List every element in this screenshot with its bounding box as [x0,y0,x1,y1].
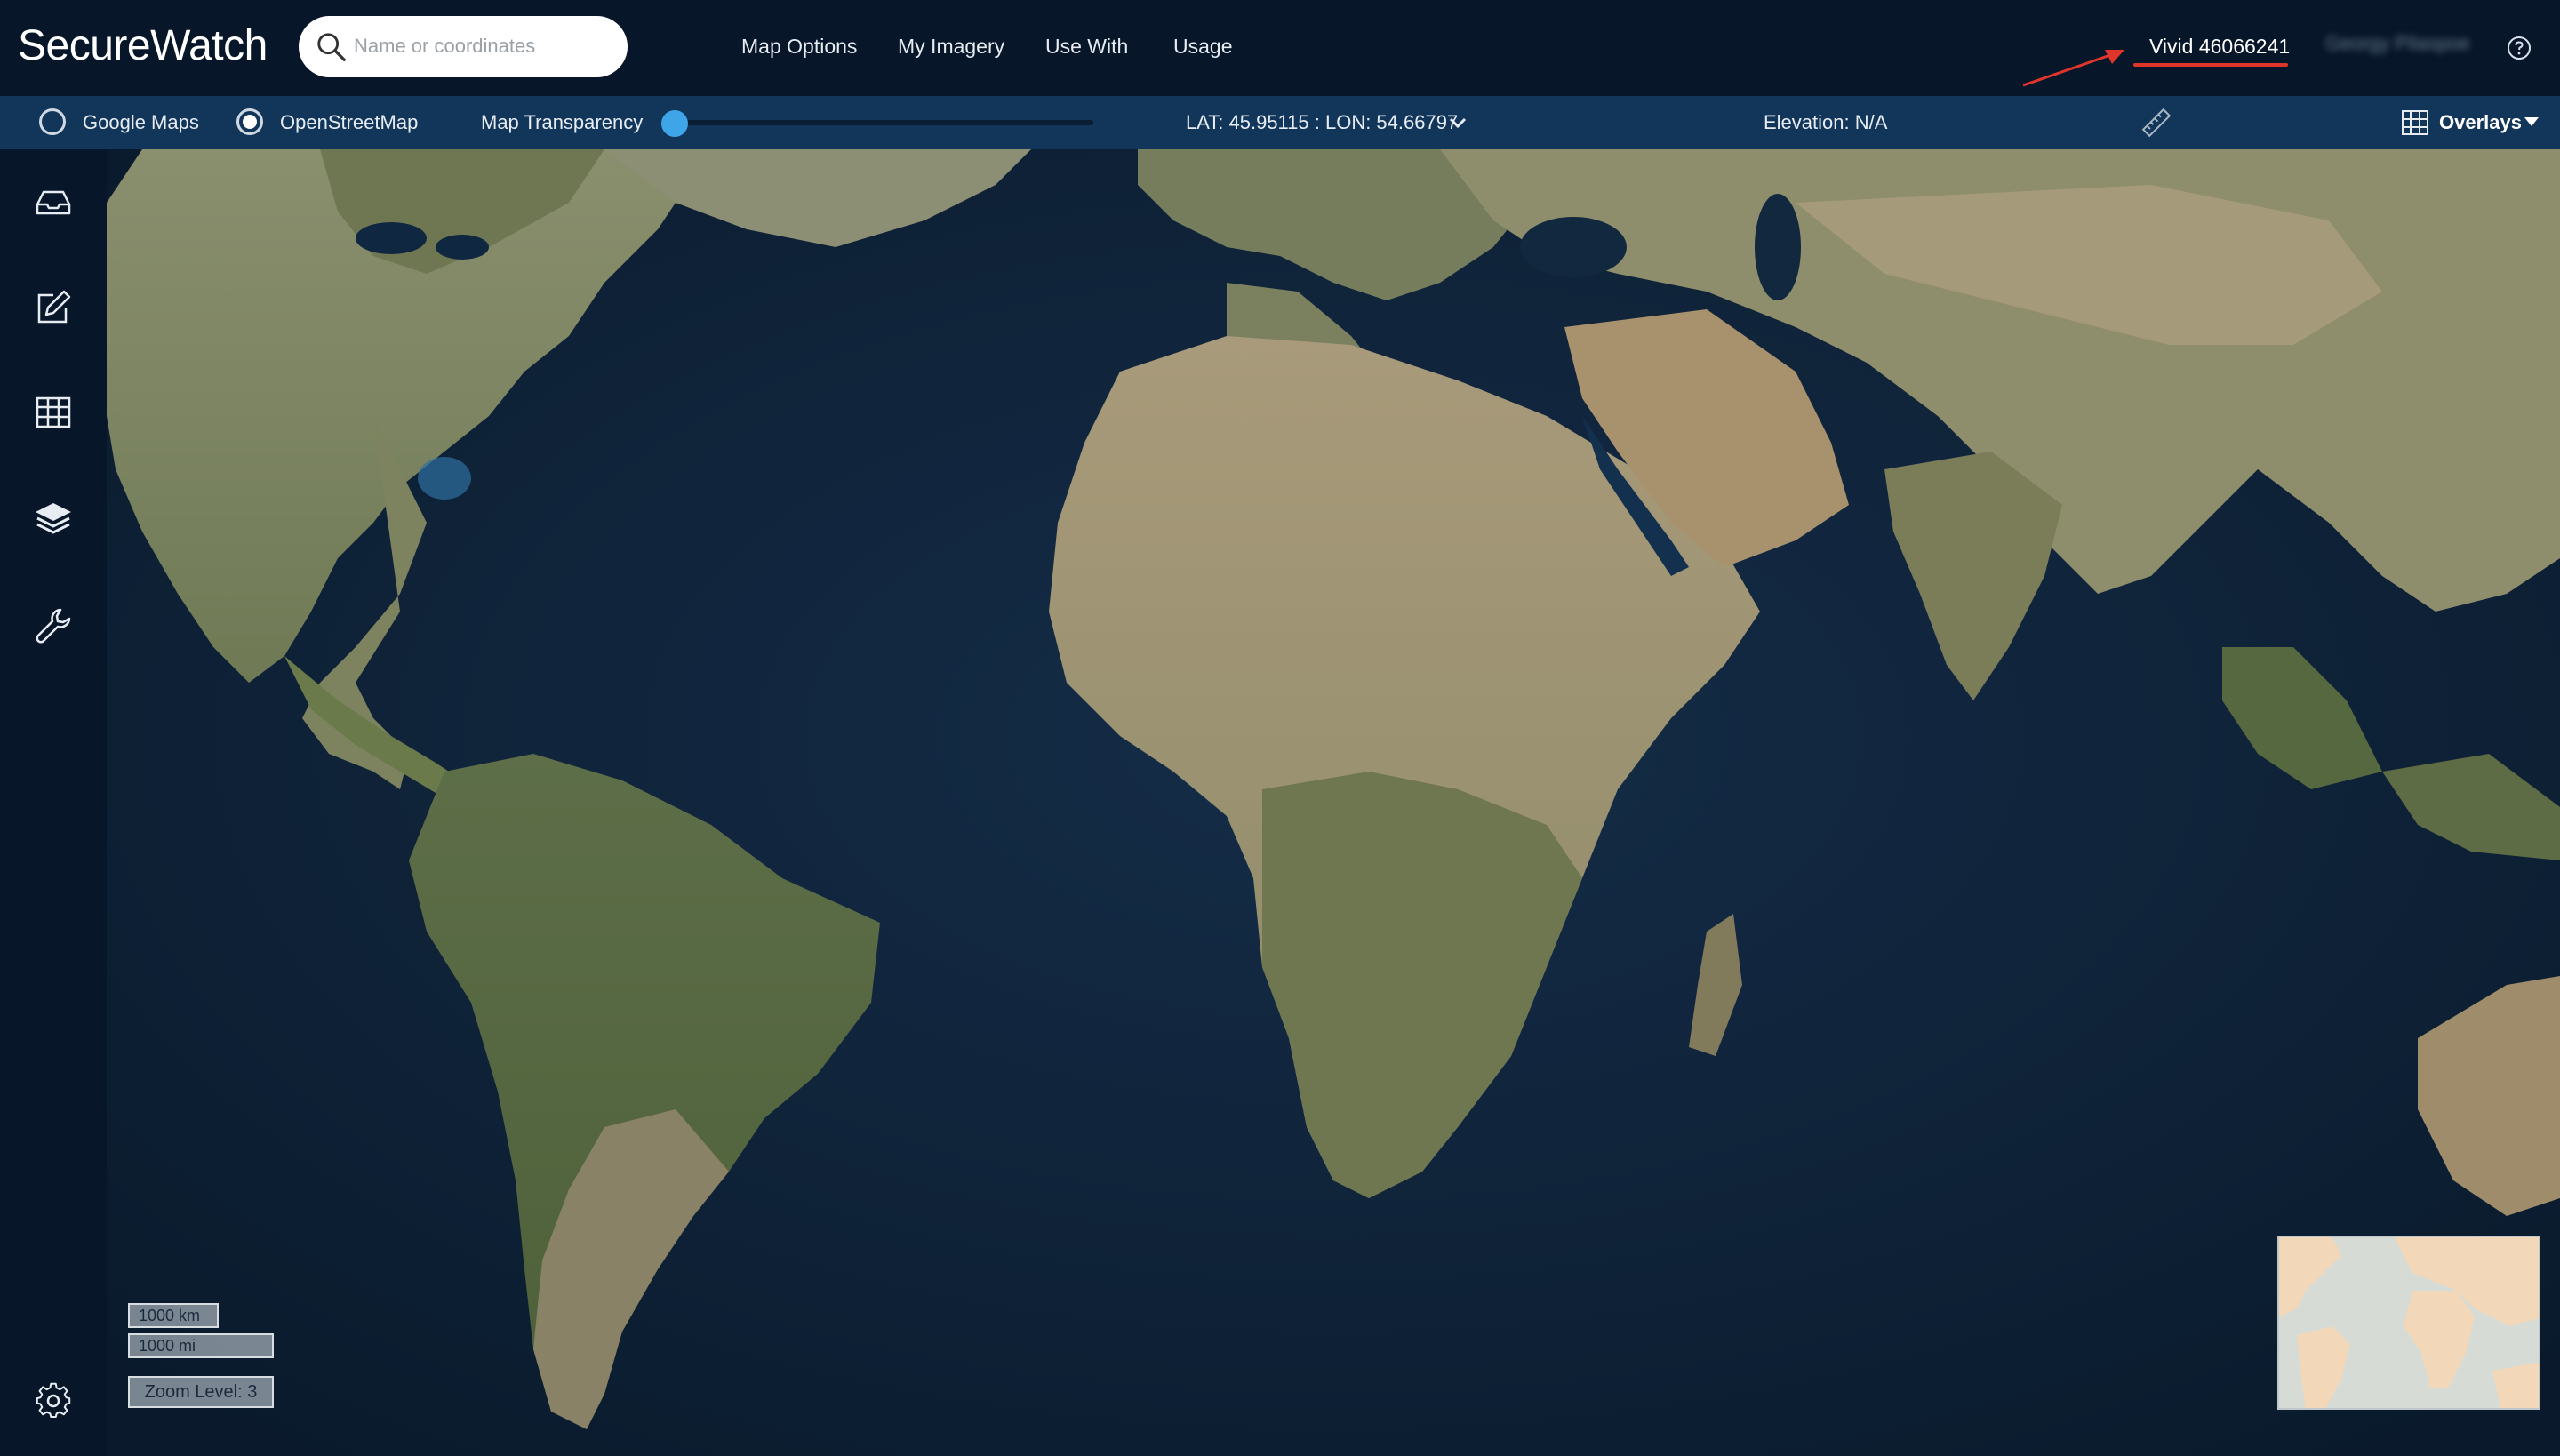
brand-logo[interactable]: SecureWatch [18,18,268,75]
map-options-bar: Google Maps OpenStreetMap Map Transparen… [0,96,2560,149]
scale-bar-mi: 1000 mi [128,1333,274,1358]
transparency-slider-handle[interactable] [661,110,688,137]
radio-openstreetmap[interactable] [236,108,263,135]
settings-icon[interactable] [34,1381,73,1420]
help-icon[interactable] [2505,34,2533,62]
table-icon[interactable] [34,393,73,432]
nav-use-with[interactable]: Use With [1045,0,1128,96]
map-canvas[interactable]: + − 1000 km 1000 mi Zoom Level: 3 [107,149,2560,1456]
nav-my-imagery[interactable]: My Imagery [898,0,1004,96]
satellite-imagery [107,149,2560,1456]
account-name[interactable]: Vivid 46066241 [2149,0,2290,96]
inbox-icon[interactable] [34,183,73,222]
search-box[interactable] [299,16,628,77]
search-icon [317,33,346,61]
elevation-readout: Elevation: N/A [1764,111,1888,133]
ruler-icon[interactable] [2140,107,2172,139]
zoom-level-indicator: Zoom Level: 3 [128,1376,274,1408]
radio-google-maps[interactable] [39,108,66,135]
overlays-dropdown[interactable]: Overlays [2439,96,2522,149]
user-name[interactable]: Georgy Pilaspoe [2325,32,2470,55]
edit-icon[interactable] [34,288,73,327]
wrench-icon[interactable] [34,606,73,645]
search-input[interactable] [354,28,612,64]
label-openstreetmap[interactable]: OpenStreetMap [280,96,418,149]
layers-icon[interactable] [34,500,73,539]
transparency-label: Map Transparency [481,111,644,133]
label-google-maps[interactable]: Google Maps [83,96,199,149]
transparency-slider-track[interactable] [676,120,1093,125]
top-header: SecureWatch Map Options My Imagery Use W… [0,0,2560,96]
minimap-world [2279,1237,2539,1408]
left-sidebar [0,149,107,1456]
nav-usage[interactable]: Usage [1173,0,1232,96]
annotation-underline [2133,63,2288,67]
coordinates-readout: LAT: 45.95115 : LON: 54.66797 [1186,111,1459,133]
overview-minimap[interactable] [2277,1236,2540,1410]
nav-map-options[interactable]: Map Options [741,0,857,96]
scale-bar-km: 1000 km [128,1303,219,1328]
caret-down-icon[interactable] [2524,117,2539,126]
chevron-down-icon[interactable] [1447,112,1468,133]
annotation-arrow [2022,50,2124,87]
grid-icon[interactable] [2402,110,2428,135]
